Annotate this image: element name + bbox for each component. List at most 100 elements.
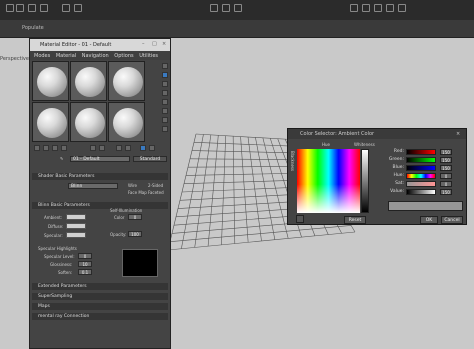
maximize-icon[interactable]: □ — [152, 41, 157, 47]
specular-label: Specular: — [44, 233, 63, 238]
menu-navigation[interactable]: Navigation — [82, 53, 109, 59]
sample-slot-5[interactable] — [70, 102, 107, 142]
video-check-icon[interactable] — [162, 99, 168, 105]
preview-icon[interactable] — [162, 108, 168, 114]
green-slider[interactable] — [406, 157, 436, 163]
rollout-shader-basic[interactable]: Shader Basic Parameters — [32, 173, 168, 180]
material-id-icon[interactable] — [116, 145, 122, 151]
blue-label: Blue: — [392, 165, 404, 170]
ok-button[interactable]: OK — [420, 216, 438, 224]
green-label: Green: — [388, 157, 404, 162]
opacity-spinner[interactable]: 100 — [128, 231, 142, 237]
ambient-color-swatch[interactable] — [66, 214, 86, 220]
sat-spinner[interactable]: 0 — [440, 181, 452, 187]
sample-slot-6[interactable] — [108, 102, 145, 142]
sat-slider[interactable] — [406, 181, 436, 187]
shader-type-dropdown[interactable]: Blinn — [68, 183, 118, 189]
dialog-title: Color Selector: Ambient Color — [300, 131, 375, 137]
close-icon[interactable]: × — [456, 131, 460, 137]
select-by-material-icon[interactable] — [162, 126, 168, 132]
reset-button[interactable]: Reset — [344, 216, 366, 224]
checkbox-2-sided[interactable]: 2-Sided — [148, 183, 163, 188]
pick-material-icon[interactable]: ✎ — [60, 156, 63, 161]
checkbox-wire[interactable]: Wire — [128, 183, 137, 188]
hue-picker[interactable] — [297, 149, 360, 213]
background-icon[interactable] — [162, 81, 168, 87]
diffuse-color-swatch[interactable] — [66, 223, 86, 229]
sample-slot-2[interactable] — [70, 61, 107, 101]
menu-options[interactable]: Options — [114, 53, 133, 59]
show-map-icon[interactable] — [125, 145, 131, 151]
material-name-field[interactable]: 01 - Default — [70, 156, 130, 162]
material-editor-menubar: Modes Material Navigation Options Utilit… — [30, 51, 170, 60]
sample-slot-3[interactable] — [108, 61, 145, 101]
backlight-icon[interactable] — [162, 72, 168, 78]
copy-material-icon[interactable] — [90, 145, 96, 151]
soften-label: Soften: — [58, 270, 73, 275]
show-end-result-icon[interactable] — [140, 145, 146, 151]
whiteness-label: Whiteness — [354, 142, 375, 147]
self-illum-label: Self-Illumination — [110, 208, 143, 213]
menu-material[interactable]: Material — [56, 53, 76, 59]
value-spinner[interactable]: 150 — [440, 189, 452, 195]
checkbox-faceted[interactable]: Faceted — [148, 190, 164, 195]
sample-slot-1[interactable] — [32, 61, 69, 101]
uv-tiling-icon[interactable] — [162, 90, 168, 96]
menu-modes[interactable]: Modes — [34, 53, 50, 59]
unique-icon[interactable] — [99, 145, 105, 151]
window-title: Material Editor - 01 - Default — [40, 42, 112, 48]
soften-spinner[interactable]: 0.1 — [78, 269, 92, 275]
assign-to-selection-icon[interactable] — [52, 145, 58, 151]
hue-row-label: Hue: — [393, 173, 404, 178]
options-icon[interactable] — [162, 117, 168, 123]
hue-slider[interactable] — [406, 173, 436, 179]
green-spinner[interactable]: 150 — [440, 157, 452, 163]
color-selector-dialog: Color Selector: Ambient Color × Hue Whit… — [287, 128, 467, 225]
hue-label: Hue — [322, 142, 331, 147]
red-spinner[interactable]: 150 — [440, 149, 452, 155]
whiteness-slider[interactable] — [361, 149, 369, 213]
rollout-blinn-basic[interactable]: Blinn Basic Parameters — [32, 202, 168, 209]
put-to-scene-icon[interactable] — [43, 145, 49, 151]
sample-type-icon[interactable] — [162, 63, 168, 69]
material-type-button[interactable]: Standard — [133, 156, 167, 162]
blackness-label: Blackness — [290, 151, 295, 171]
highlight-curve-graph — [122, 249, 158, 277]
get-material-icon[interactable] — [34, 145, 40, 151]
specular-highlights-label: Specular Highlights — [38, 246, 77, 251]
eyedropper-icon[interactable] — [296, 215, 304, 223]
material-editor-window: Material Editor - 01 - Default – □ × Mod… — [29, 38, 171, 349]
color-selector-titlebar[interactable]: Color Selector: Ambient Color × — [288, 129, 466, 139]
rollout-mental-ray[interactable]: mental ray Connection — [32, 313, 168, 320]
menu-utilities[interactable]: Utilities — [139, 53, 158, 59]
opacity-label: Opacity: — [110, 232, 127, 237]
sample-slot-4[interactable] — [32, 102, 69, 142]
self-illum-spinner[interactable]: 0 — [128, 214, 142, 220]
sat-label: Sat: — [395, 181, 404, 186]
minimize-icon[interactable]: – — [142, 41, 145, 47]
ambient-label: Ambient: — [44, 215, 63, 220]
value-label: Value: — [390, 189, 404, 194]
spec-level-label: Specular Level: — [44, 254, 75, 259]
specular-color-swatch[interactable] — [66, 232, 86, 238]
red-slider[interactable] — [406, 149, 436, 155]
glossiness-spinner[interactable]: 10 — [78, 261, 92, 267]
rollout-extended[interactable]: Extended Parameters — [32, 283, 168, 290]
reset-map-icon[interactable] — [61, 145, 67, 151]
hue-spinner[interactable]: 0 — [440, 173, 452, 179]
close-icon[interactable]: × — [162, 41, 166, 47]
spec-level-spinner[interactable]: 0 — [78, 253, 92, 259]
cancel-button[interactable]: Cancel — [441, 216, 463, 224]
blue-slider[interactable] — [406, 165, 436, 171]
red-label: Red: — [393, 149, 404, 154]
material-editor-titlebar[interactable]: Material Editor - 01 - Default – □ × — [30, 39, 170, 51]
rollout-maps[interactable]: Maps — [32, 303, 168, 310]
blue-spinner[interactable]: 150 — [440, 165, 452, 171]
checkbox-face-map[interactable]: Face Map — [128, 190, 147, 195]
go-to-parent-icon[interactable] — [149, 145, 155, 151]
glossiness-label: Glossiness: — [50, 262, 73, 267]
color-label: Color — [114, 215, 125, 220]
color-preview-swatch — [388, 201, 463, 211]
value-slider[interactable] — [406, 189, 436, 195]
rollout-supersampling[interactable]: SuperSampling — [32, 293, 168, 300]
